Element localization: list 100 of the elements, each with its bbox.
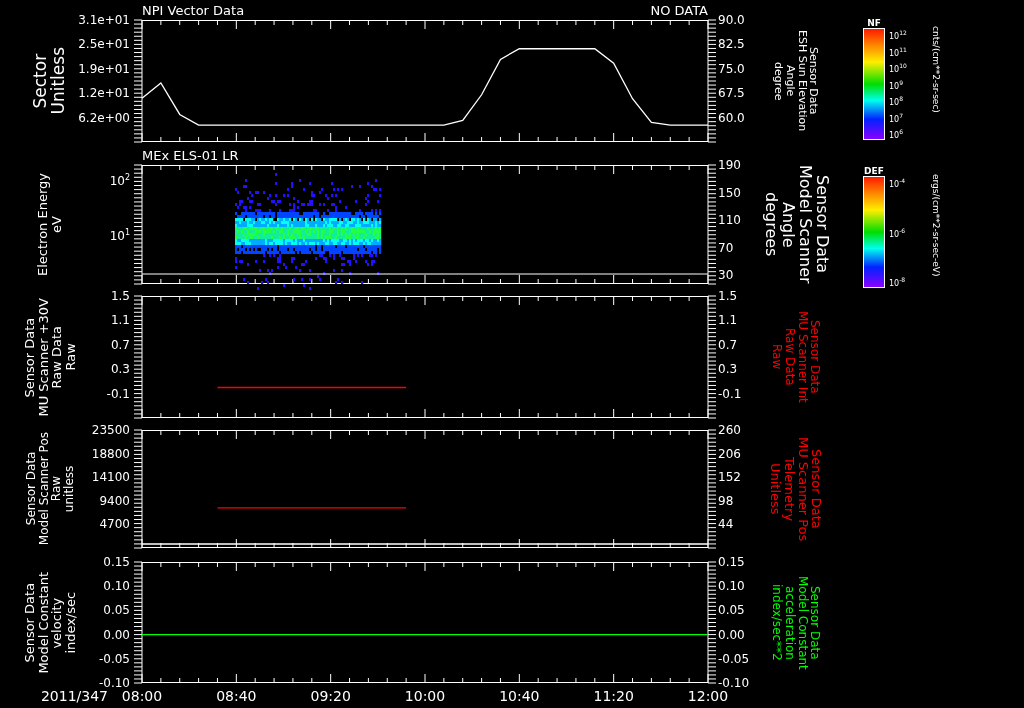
color-scale-tick: 10$^{10}$ bbox=[889, 61, 908, 74]
axis-title-line: Sensor Data bbox=[812, 175, 830, 274]
tick-label: 150 bbox=[718, 185, 741, 200]
color-scale-tick: 10$^{6}$ bbox=[889, 127, 904, 140]
tick-label: 4700 bbox=[99, 517, 130, 532]
tick-label: 0.10 bbox=[718, 579, 745, 594]
tick-label: 2.5e+01 bbox=[78, 37, 130, 52]
tick-label: 10$^{2}$ bbox=[109, 172, 130, 188]
axis-title-line: Angle bbox=[784, 65, 796, 97]
color-scale-units: ergs/(cm**2-sr-sec-eV) bbox=[931, 174, 941, 279]
tick-label: 260 bbox=[718, 423, 741, 437]
status-label: NO DATA bbox=[650, 4, 708, 18]
tick-label: 190 bbox=[718, 158, 741, 172]
tick-label: 90.0 bbox=[718, 13, 745, 27]
tick-label: 1.1 bbox=[110, 313, 130, 328]
axis-title-line: Raw Data bbox=[783, 328, 796, 386]
axis-title-line: Sensor Data bbox=[809, 449, 824, 529]
axis-title-line: Unitless bbox=[768, 463, 783, 515]
tick-label: 18800 bbox=[91, 446, 130, 461]
tick-label: 23500 bbox=[91, 423, 130, 437]
axis-title-line: MU Scanner Int bbox=[796, 311, 809, 403]
axis-title-line: Model Scanner Pos bbox=[37, 432, 50, 546]
axis-title-line: Raw Data bbox=[50, 325, 64, 389]
color-scale-tick: 10$^{-8}$ bbox=[889, 275, 907, 288]
time-label: 12:00 bbox=[687, 688, 729, 704]
axis-title-line: Sector bbox=[32, 53, 50, 109]
color-scale-tick: 10$^{9}$ bbox=[889, 77, 904, 91]
axis-title-line: Model Constant bbox=[796, 575, 809, 670]
time-label: 09:20 bbox=[310, 688, 351, 704]
axis-title-line: Sensor Data bbox=[808, 585, 822, 660]
axis-title-line: Model Scanner bbox=[796, 165, 813, 284]
tick-label: -0.10 bbox=[718, 676, 750, 690]
axis-title-line: Angle bbox=[779, 201, 796, 248]
tick-label: 0.05 bbox=[718, 603, 745, 618]
tick-label: 14100 bbox=[91, 470, 130, 485]
axis-title-line: Raw bbox=[770, 344, 784, 370]
tick-label: 0.00 bbox=[718, 627, 745, 642]
color-scale-tick: 10$^{-4}$ bbox=[889, 176, 907, 189]
time-label: 08:40 bbox=[216, 688, 257, 704]
axis-title-line: Sensor Data bbox=[807, 47, 820, 115]
color-scale-tick: 10$^{12}$ bbox=[889, 28, 908, 41]
tick-label: 60.0 bbox=[718, 110, 745, 125]
tick-label: 9400 bbox=[99, 493, 130, 508]
date-label: 2011/347 bbox=[39, 688, 108, 706]
axis-title-line: degree bbox=[772, 61, 785, 101]
tick-label: 6.2e+00 bbox=[78, 110, 130, 125]
color-scale-tick: 10$^{8}$ bbox=[889, 94, 904, 107]
color-scale-tick: 10$^{7}$ bbox=[889, 110, 904, 124]
color-scale-units: cnts/(cm**2-sr-sec) bbox=[931, 26, 941, 115]
tick-label: 82.5 bbox=[718, 37, 745, 52]
tick-label: 0.7 bbox=[110, 337, 130, 352]
axis-title-line: acceleration bbox=[783, 585, 796, 660]
axis-title-line: index/sec**2 bbox=[770, 584, 784, 661]
tick-label: 206 bbox=[718, 446, 741, 461]
color-scale-title: NF bbox=[867, 18, 881, 28]
tick-label: 0.00 bbox=[103, 627, 130, 642]
axis-title-line: Sensor Data bbox=[24, 452, 38, 526]
tick-label: 0.15 bbox=[103, 555, 130, 569]
axis-title-line: MU Scanner Pos bbox=[796, 436, 810, 542]
tick-label: -0.1 bbox=[106, 386, 130, 401]
time-label: 11:20 bbox=[593, 688, 634, 704]
color-scale-title: DEF bbox=[864, 166, 884, 176]
tick-label: 30 bbox=[718, 268, 734, 282]
axis-title-line: Sensor Data bbox=[22, 582, 37, 663]
tick-label: 70 bbox=[718, 240, 734, 255]
axis-title-line: Sensor Data bbox=[22, 317, 37, 397]
tick-label: 1.2e+01 bbox=[78, 86, 130, 101]
panel-title: MEx ELS-01 LR bbox=[142, 149, 239, 163]
tick-label: 1.5 bbox=[110, 289, 130, 303]
tick-label: 10$^{1}$ bbox=[109, 227, 130, 243]
axis-title-line: index/sec bbox=[63, 591, 78, 654]
axis-title-line: Sensor Data bbox=[808, 320, 822, 394]
tick-label: 67.5 bbox=[718, 86, 745, 101]
axis-title-line: Electron Energy bbox=[36, 173, 50, 276]
axis-title-line: velocity bbox=[50, 597, 64, 648]
time-label: 10:00 bbox=[404, 688, 446, 704]
color-scale-tick: 10$^{11}$ bbox=[889, 44, 908, 58]
axis-title-line: Raw bbox=[50, 476, 63, 502]
tick-label: 0.05 bbox=[103, 603, 130, 618]
tick-label: 75.0 bbox=[718, 61, 745, 76]
tick-label: -0.10 bbox=[98, 676, 130, 690]
axis-title-line: degrees bbox=[762, 192, 780, 257]
time-label: 08:00 bbox=[121, 688, 163, 704]
axis-title-line: unitless bbox=[62, 465, 76, 513]
tick-label: 98 bbox=[718, 493, 734, 508]
axis-title-line: Telemetry bbox=[782, 456, 796, 522]
tick-label: 1.1 bbox=[718, 313, 738, 328]
axis-title-line: eV bbox=[50, 216, 64, 233]
tick-label: 0.3 bbox=[110, 362, 130, 377]
color-scale-tick: 10$^{-6}$ bbox=[889, 225, 907, 239]
tick-label: 1.5 bbox=[718, 289, 738, 303]
tick-label: -0.1 bbox=[718, 386, 742, 401]
tick-label: -0.05 bbox=[718, 651, 750, 666]
tick-label: -0.05 bbox=[98, 651, 130, 666]
axis-title-line: Model Constant bbox=[36, 571, 50, 674]
axis-title-line: Unitless bbox=[50, 47, 68, 115]
panel-title: NPI Vector Data bbox=[142, 4, 245, 18]
tick-label: 3.1e+01 bbox=[78, 13, 130, 27]
tick-label: 152 bbox=[718, 470, 741, 485]
time-label: 10:40 bbox=[499, 688, 540, 704]
